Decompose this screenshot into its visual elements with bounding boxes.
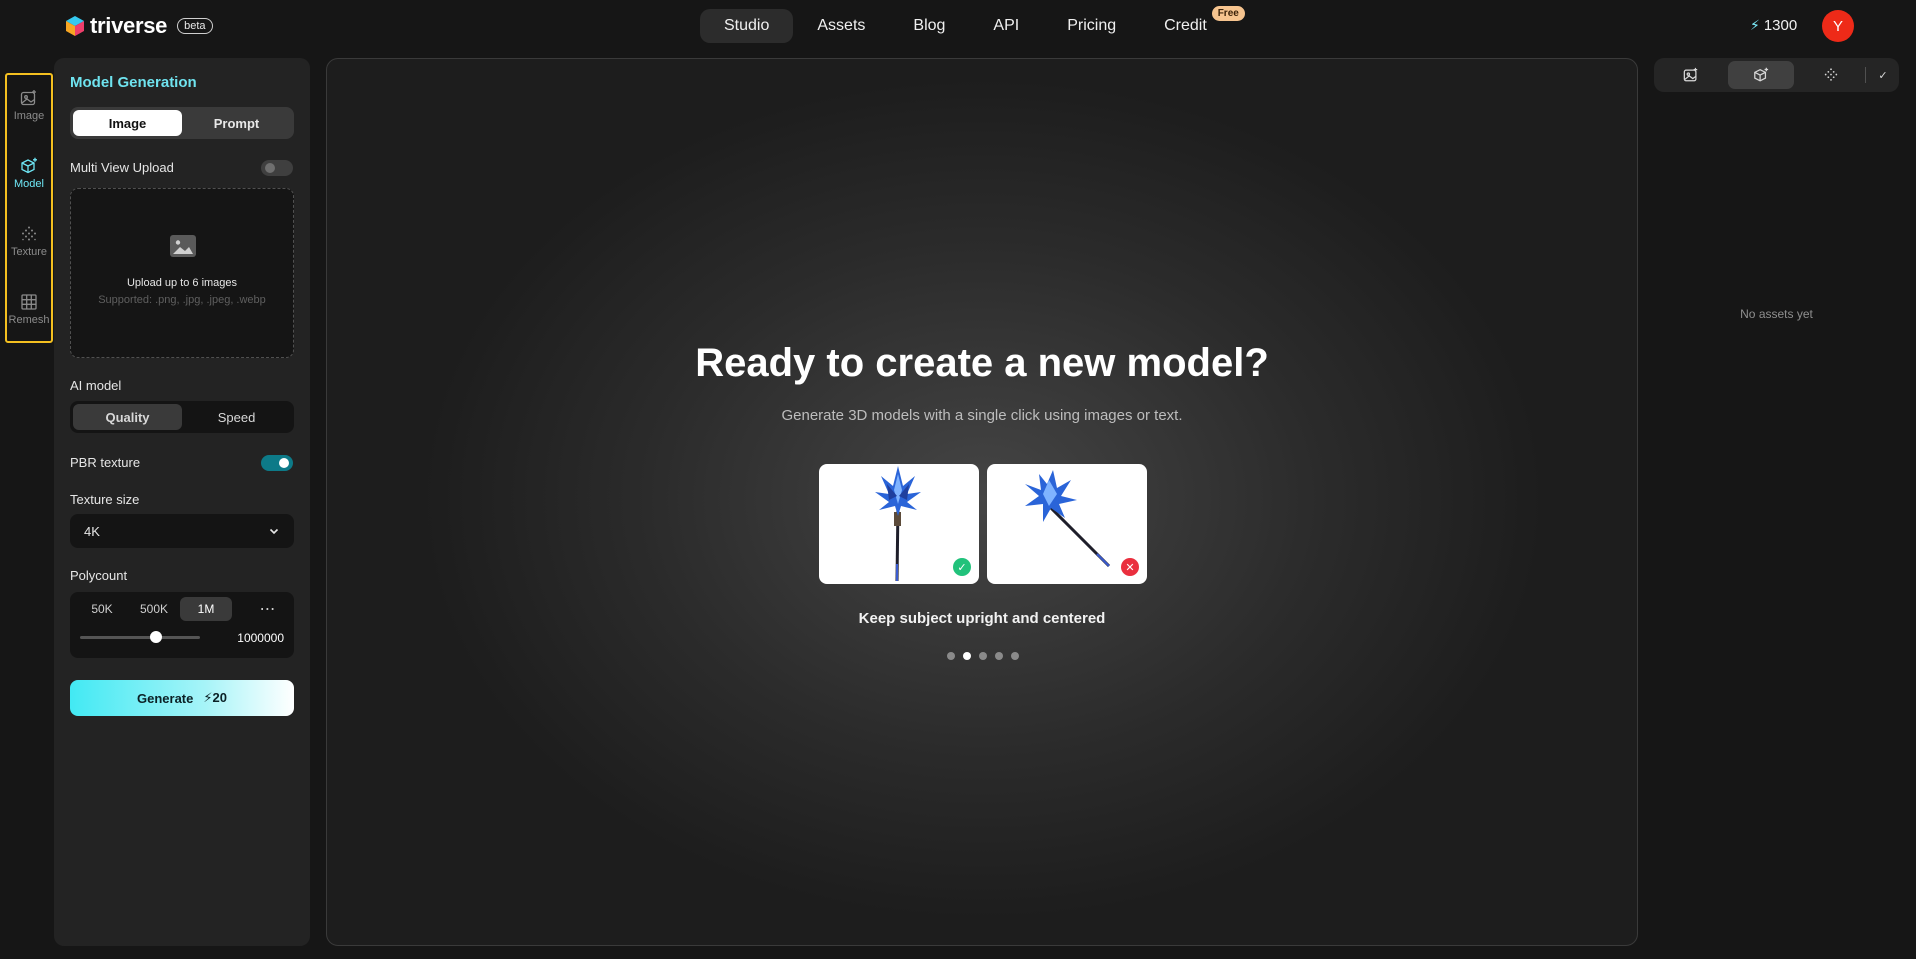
mode-prompt-button[interactable]: Prompt [182,110,291,136]
polycount-slider-handle[interactable] [150,631,162,643]
free-badge: Free [1211,6,1245,21]
nav-credit[interactable]: Credit Free [1140,6,1245,43]
filter-images-button[interactable] [1658,61,1724,89]
carousel-dots [947,652,1019,660]
ai-speed-button[interactable]: Speed [182,404,291,430]
texture-size-value: 4K [84,523,100,539]
empty-assets-message: No assets yet [1740,307,1813,321]
generate-cost-value: 20 [212,690,227,705]
example-card-correct: ✓ [819,464,979,584]
rail-item-label: Image [13,109,45,122]
generation-panel: Model Generation Image Prompt Multi View… [54,58,310,946]
grid-icon [21,293,37,310]
tool-rail: Image Model Texture Remesh [5,73,53,343]
generate-cost: ⚡︎20 [203,690,227,706]
carousel-dot[interactable] [1011,652,1019,660]
top-header: triverse beta Studio Assets Blog API Pri… [0,0,1916,52]
multi-view-toggle[interactable] [261,160,293,176]
rail-item-remesh[interactable]: Remesh [7,281,51,337]
carousel-dot[interactable] [963,652,971,660]
carousel-tip: Keep subject upright and centered [858,610,1106,627]
carousel-dot[interactable] [995,652,1003,660]
bolt-icon: ⚡︎ [203,690,213,705]
credit-balance[interactable]: ⚡︎ 1300 [1750,17,1797,34]
ai-quality-button[interactable]: Quality [73,404,182,430]
rail-item-label: Model [14,177,44,190]
polycount-control: 50K 500K 1M ⋯ 1000000 [70,592,294,658]
rail-item-texture[interactable]: Texture [7,213,51,269]
toolbar-divider [1865,67,1866,83]
rail-item-model[interactable]: Model [7,145,51,201]
rail-item-label: Texture [10,245,48,258]
user-avatar[interactable]: Y [1822,10,1854,42]
input-mode-switch: Image Prompt [70,107,294,139]
carousel-dot[interactable] [947,652,955,660]
main-nav: Studio Assets Blog API Pricing Credit Fr… [700,6,1245,43]
polycount-1m[interactable]: 1M [180,597,232,621]
example-card-wrong: ✕ [987,464,1147,584]
image-upload-dropzone[interactable]: Upload up to 6 images Supported: .png, .… [70,188,294,358]
ai-model-switch: Quality Speed [70,401,294,433]
polycount-500k[interactable]: 500K [128,597,180,621]
hero-title: Ready to create a new model? [695,341,1269,385]
texture-size-label: Texture size [70,492,140,507]
pbr-texture-toggle[interactable] [261,455,293,471]
more-options-icon[interactable]: ⋯ [256,597,280,621]
pbr-texture-label: PBR texture [70,455,141,470]
rail-item-image[interactable]: Image [7,77,51,133]
toggle-knob [265,163,275,173]
upload-formats: Supported: .png, .jpg, .jpeg, .webp [98,294,266,306]
nav-studio[interactable]: Studio [700,9,794,43]
polycount-50k[interactable]: 50K [76,597,128,621]
beta-badge: beta [177,18,213,34]
ai-model-label: AI model [70,378,122,393]
triverse-logo-icon [66,16,84,36]
nav-api[interactable]: API [969,9,1043,43]
polycount-options: 50K 500K 1M [76,597,232,621]
carousel-dot[interactable] [979,652,987,660]
cube-plus-icon [1754,67,1769,82]
rail-item-label: Remesh [8,313,50,326]
filter-textures-button[interactable] [1798,61,1864,89]
brand-name: triverse [90,13,168,38]
main-canvas: Ready to create a new model? Generate 3D… [326,58,1638,946]
texture-size-select[interactable]: 4K [70,514,294,548]
chevron-down-icon [269,528,279,535]
generate-button[interactable]: Generate ⚡︎20 [70,680,294,716]
asset-filter-bar: ✓ [1654,58,1899,92]
generate-label: Generate [137,690,194,706]
nav-pricing[interactable]: Pricing [1043,9,1140,43]
polycount-slider-track[interactable] [80,636,200,639]
close-icon: ✕ [1121,558,1139,576]
credit-count: 1300 [1763,17,1798,34]
polycount-value: 1000000 [237,631,284,645]
nav-credit-label: Credit [1164,17,1207,34]
multi-view-label: Multi View Upload [70,160,174,175]
image-icon [170,235,196,257]
select-check-icon[interactable]: ✓ [1874,66,1892,84]
bolt-icon: ⚡︎ [1750,17,1760,33]
polycount-label: Polycount [70,568,128,583]
texture-dots-icon [22,226,36,240]
image-plus-icon [1683,67,1698,82]
panel-title: Model Generation [70,74,197,91]
cube-plus-icon [21,157,37,173]
upload-text: Upload up to 6 images [126,277,238,289]
toggle-knob [279,458,289,468]
nav-assets[interactable]: Assets [793,9,889,43]
image-plus-icon [20,89,36,105]
hero-subtitle: Generate 3D models with a single click u… [781,407,1183,424]
texture-dots-icon [1824,68,1838,81]
check-icon: ✓ [953,558,971,576]
filter-models-button[interactable] [1728,61,1794,89]
mode-image-button[interactable]: Image [73,110,182,136]
brand-logo[interactable]: triverse beta [66,13,213,39]
nav-blog[interactable]: Blog [889,9,969,43]
